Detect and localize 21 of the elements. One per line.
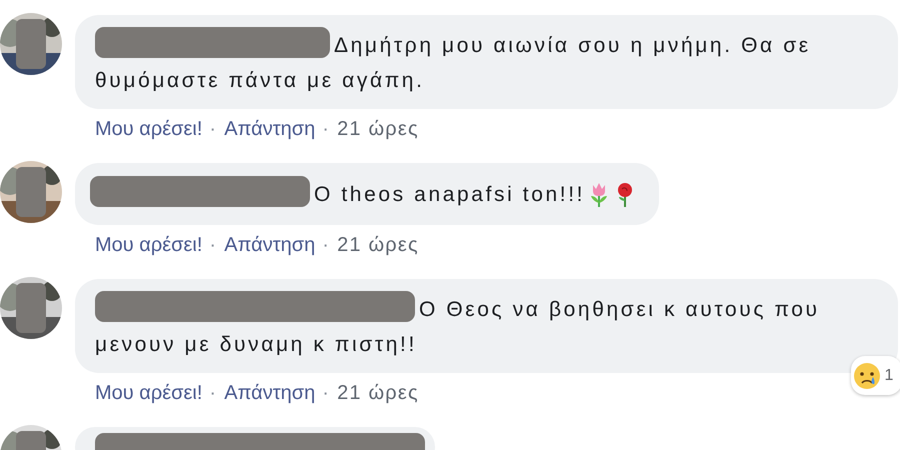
timestamp: 21 ώρες xyxy=(337,381,419,406)
timestamp: 21 ώρες xyxy=(337,233,419,258)
comment-text: μενουν με δυναμη κ πιστη!! xyxy=(95,333,417,356)
reaction-badge[interactable]: 1 xyxy=(850,356,900,395)
action-link[interactable]: Απάντηση xyxy=(224,379,316,407)
separator-dot: · xyxy=(322,117,330,142)
action-link[interactable]: Μου αρέσει! xyxy=(95,379,202,407)
separator-dot: · xyxy=(209,233,218,258)
comment-text: O theos anapafsi ton!!! xyxy=(314,183,586,206)
separator-dot: · xyxy=(209,117,218,142)
action-link[interactable]: Μου αρέσει! xyxy=(95,231,202,259)
timestamp: 21 ώρες xyxy=(337,117,419,142)
separator-dot: · xyxy=(322,381,330,406)
separator-dot: · xyxy=(322,233,330,258)
action-link[interactable]: Απάντηση xyxy=(224,231,316,259)
separator-dot: · xyxy=(209,381,218,406)
comment-text: Ο Θεος να βοηθησει κ αυτους που xyxy=(419,298,820,321)
action-link[interactable]: Απάντηση xyxy=(224,115,316,143)
comment-text: Δημήτρη μου αιωνία σου η μνήμη. Θα σε xyxy=(334,34,811,57)
comment-text: θυμόμαστε πάντα με αγάπη. xyxy=(95,69,425,92)
action-link[interactable]: Μου αρέσει! xyxy=(95,115,202,143)
